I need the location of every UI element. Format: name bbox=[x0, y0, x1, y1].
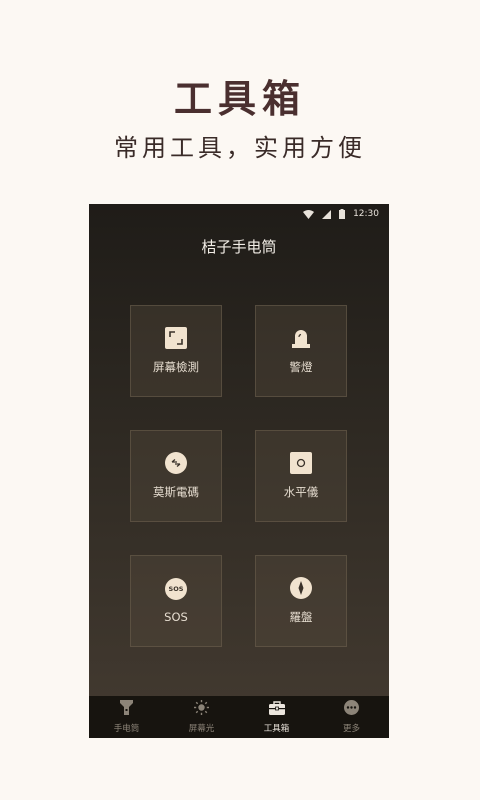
battery-icon bbox=[339, 209, 346, 219]
status-time: 12:30 bbox=[353, 209, 379, 219]
nav-item-screen-light[interactable]: 屏幕光 bbox=[164, 696, 239, 738]
sun-icon bbox=[194, 700, 209, 719]
tool-tile-screen-test[interactable]: 屏幕檢測 bbox=[130, 305, 222, 397]
tool-label: SOS bbox=[164, 610, 188, 624]
level-icon bbox=[290, 452, 312, 474]
tool-label: 警燈 bbox=[289, 360, 313, 374]
flashlight-icon bbox=[120, 700, 133, 719]
nav-label: 屏幕光 bbox=[188, 724, 215, 734]
tool-tile-level[interactable]: 水平儀 bbox=[255, 430, 347, 522]
nav-label: 手电筒 bbox=[113, 724, 140, 734]
sos-icon-text: SOS bbox=[168, 585, 184, 593]
more-icon bbox=[344, 700, 359, 719]
compass-icon bbox=[290, 577, 312, 599]
tool-tile-alarm-light[interactable]: 警燈 bbox=[255, 305, 347, 397]
wifi-icon bbox=[303, 209, 315, 219]
alarm-light-icon bbox=[290, 327, 312, 349]
nav-label: 工具箱 bbox=[263, 724, 290, 734]
tool-tile-compass[interactable]: 羅盤 bbox=[255, 555, 347, 647]
tool-label: 莫斯電碼 bbox=[153, 485, 199, 499]
bottom-nav: 手电筒 屏幕光 工具箱 更多 bbox=[89, 696, 389, 738]
tool-tile-morse-code[interactable]: 莫斯電碼 bbox=[130, 430, 222, 522]
signal-icon bbox=[322, 209, 332, 219]
tool-label: 屏幕檢測 bbox=[153, 360, 199, 374]
hero-subtitle: 常用工具，实用方便 bbox=[114, 134, 366, 162]
phone-screen: 12:30 桔子手电筒 屏幕檢測 警燈 莫斯電碼 水平儀 SOS SOS 羅盤 … bbox=[89, 204, 389, 738]
nav-item-toolbox[interactable]: 工具箱 bbox=[239, 696, 314, 738]
hero-title: 工具箱 bbox=[173, 77, 306, 121]
toolbox-icon bbox=[268, 700, 285, 719]
app-title: 桔子手电筒 bbox=[201, 238, 277, 256]
tool-label: 水平儀 bbox=[283, 485, 319, 499]
status-bar: 12:30 bbox=[89, 204, 389, 224]
tool-label: 羅盤 bbox=[289, 610, 313, 624]
screen-frame-icon bbox=[165, 327, 187, 349]
morse-code-icon bbox=[165, 452, 187, 474]
nav-item-more[interactable]: 更多 bbox=[314, 696, 389, 738]
nav-item-flashlight[interactable]: 手电筒 bbox=[89, 696, 164, 738]
sos-icon: SOS bbox=[165, 578, 187, 600]
nav-label: 更多 bbox=[342, 724, 360, 734]
tool-tile-sos[interactable]: SOS SOS bbox=[130, 555, 222, 647]
